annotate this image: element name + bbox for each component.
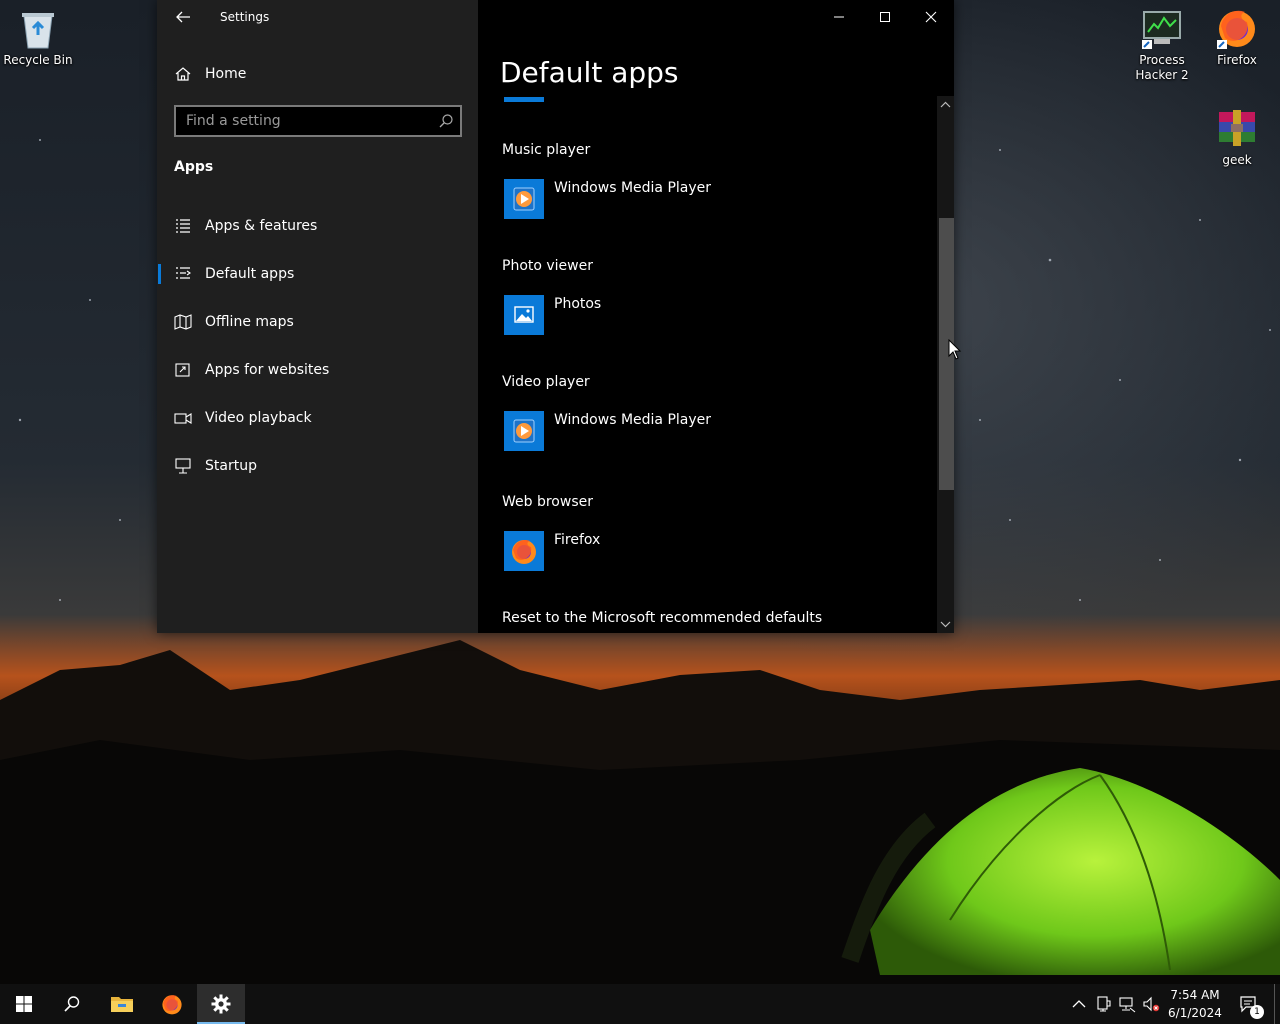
arrow-left-icon: [176, 11, 190, 23]
nav-item-label: Offline maps: [205, 314, 294, 330]
reset-defaults-label: Reset to the Microsoft recommended defau…: [502, 610, 823, 626]
app-name: Windows Media Player: [554, 180, 712, 196]
app-name: Firefox: [554, 532, 601, 548]
scroll-up-icon[interactable]: [940, 100, 951, 110]
home-icon: [174, 65, 192, 83]
show-desktop-button[interactable]: [1274, 984, 1280, 1024]
clock-time: 7:54 AM: [1170, 988, 1220, 1002]
search-placeholder: Find a setting: [186, 113, 281, 129]
folder-icon: [111, 997, 133, 1012]
firefox-icon: [504, 531, 544, 571]
windows-media-player-icon: [504, 179, 544, 219]
desktop-icon-process-hacker[interactable]: Process Hacker 2: [1124, 0, 1200, 83]
selected-indicator: [158, 264, 161, 284]
settings-nav-pane: Settings Home Find a setting Apps Apps &…: [157, 0, 478, 633]
video-camera-icon: [174, 409, 192, 427]
firefox-icon: [1215, 6, 1259, 50]
taskbar: 7:54 AM 6/1/2024 1: [0, 984, 1280, 1024]
search-icon: [438, 113, 454, 129]
category-label: Photo viewer: [502, 258, 593, 274]
maximize-icon: [880, 12, 890, 22]
clock-date: 6/1/2024: [1168, 1006, 1222, 1020]
winrar-archive-icon: [1215, 106, 1259, 150]
category-label: Music player: [502, 142, 591, 158]
chevron-up-icon: [1072, 1000, 1086, 1008]
process-hacker-icon: [1140, 6, 1184, 50]
scroll-down-icon[interactable]: [940, 619, 951, 629]
taskbar-file-explorer[interactable]: [98, 984, 146, 1024]
nav-section-apps: Apps: [174, 159, 214, 175]
nav-item-label: Video playback: [205, 410, 312, 426]
music-player-app-button[interactable]: Windows Media Player: [502, 177, 802, 221]
content-scrollbar[interactable]: [937, 96, 954, 633]
nav-item-label: Apps for websites: [205, 362, 330, 378]
tray-volume-button[interactable]: [1142, 994, 1160, 1014]
windows-logo-icon: [16, 996, 32, 1012]
volume-muted-icon: [1143, 996, 1160, 1012]
nav-item-label: Default apps: [205, 266, 295, 282]
action-center-button[interactable]: 1: [1232, 984, 1264, 1024]
open-in-new-icon: [174, 361, 192, 379]
web-browser-app-button[interactable]: Firefox: [502, 529, 802, 573]
close-button[interactable]: [908, 0, 954, 34]
nav-item-label: Apps & features: [205, 218, 318, 234]
show-hidden-icons-button[interactable]: [1070, 994, 1088, 1014]
mouse-cursor-icon: [948, 339, 962, 360]
desktop-icon-firefox[interactable]: Firefox: [1199, 0, 1275, 68]
monitor-stand-icon: [174, 457, 192, 475]
nav-item-startup[interactable]: Startup: [157, 446, 478, 486]
nav-item-offline-maps[interactable]: Offline maps: [157, 302, 478, 342]
gear-icon: [211, 994, 231, 1014]
default-apps-icon: [174, 265, 192, 283]
firefox-icon: [162, 995, 182, 1015]
settings-content-pane: Default apps Music player Windows Media …: [478, 0, 954, 633]
minimize-icon: [834, 16, 844, 18]
list-icon: [174, 217, 192, 235]
settings-window: Settings Home Find a setting Apps Apps &…: [157, 0, 954, 633]
video-player-app-button[interactable]: Windows Media Player: [502, 409, 802, 453]
tray-network-button[interactable]: [1118, 994, 1136, 1014]
category-label: Video player: [502, 374, 590, 390]
taskbar-clock[interactable]: 7:54 AM 6/1/2024: [1164, 986, 1226, 1022]
app-name: Photos: [554, 296, 602, 312]
app-name: Windows Media Player: [554, 412, 712, 428]
page-title: Default apps: [500, 56, 679, 89]
window-title: Settings: [220, 10, 270, 24]
network-icon: [1119, 997, 1136, 1013]
category-label: Web browser: [502, 494, 593, 510]
windows-media-player-icon: [504, 411, 544, 451]
recycle-bin-icon: [16, 6, 60, 50]
nav-item-video-playback[interactable]: Video playback: [157, 398, 478, 438]
nav-home[interactable]: Home: [157, 54, 478, 94]
find-setting-search[interactable]: Find a setting: [174, 105, 462, 137]
nav-item-default-apps[interactable]: Default apps: [157, 254, 478, 294]
nav-home-label: Home: [205, 66, 247, 82]
map-icon: [174, 313, 192, 331]
taskbar-search-button[interactable]: [48, 984, 96, 1024]
close-icon: [925, 11, 937, 23]
title-accent-bar: [504, 97, 544, 102]
taskbar-firefox[interactable]: [148, 984, 196, 1024]
maximize-button[interactable]: [862, 0, 908, 34]
desktop-icon-geek[interactable]: geek: [1199, 100, 1275, 168]
back-button[interactable]: [171, 7, 195, 27]
start-button[interactable]: [0, 984, 48, 1024]
taskbar-settings[interactable]: [197, 984, 245, 1024]
nav-item-apps-for-websites[interactable]: Apps for websites: [157, 350, 478, 390]
search-icon: [64, 996, 80, 1012]
tray-device-icon-button[interactable]: [1094, 994, 1112, 1014]
photos-icon: [504, 295, 544, 335]
photo-viewer-app-button[interactable]: Photos: [502, 293, 802, 337]
notification-count-badge: 1: [1250, 1005, 1264, 1019]
desktop-icon-recycle-bin[interactable]: Recycle Bin: [0, 0, 76, 68]
nav-item-apps-features[interactable]: Apps & features: [157, 206, 478, 246]
minimize-button[interactable]: [816, 0, 862, 34]
nav-item-label: Startup: [205, 458, 257, 474]
device-icon: [1097, 996, 1111, 1012]
